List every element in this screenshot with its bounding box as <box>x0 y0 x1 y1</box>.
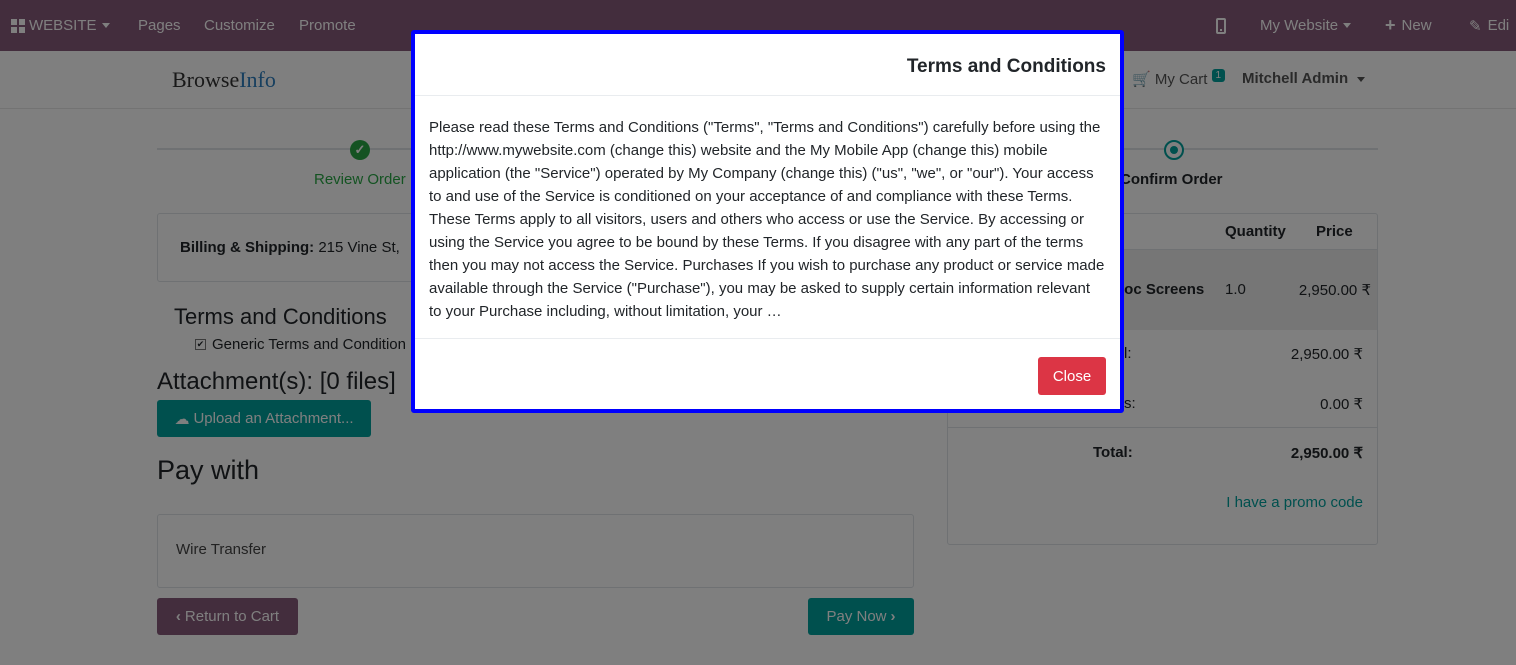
terms-modal: Terms and Conditions Please read these T… <box>411 30 1124 413</box>
modal-footer: Close <box>415 339 1120 409</box>
modal-header: Terms and Conditions <box>415 34 1120 96</box>
modal-body: Please read these Terms and Conditions (… <box>415 96 1120 339</box>
modal-title: Terms and Conditions <box>906 56 1106 77</box>
close-button[interactable]: Close <box>1038 357 1106 395</box>
